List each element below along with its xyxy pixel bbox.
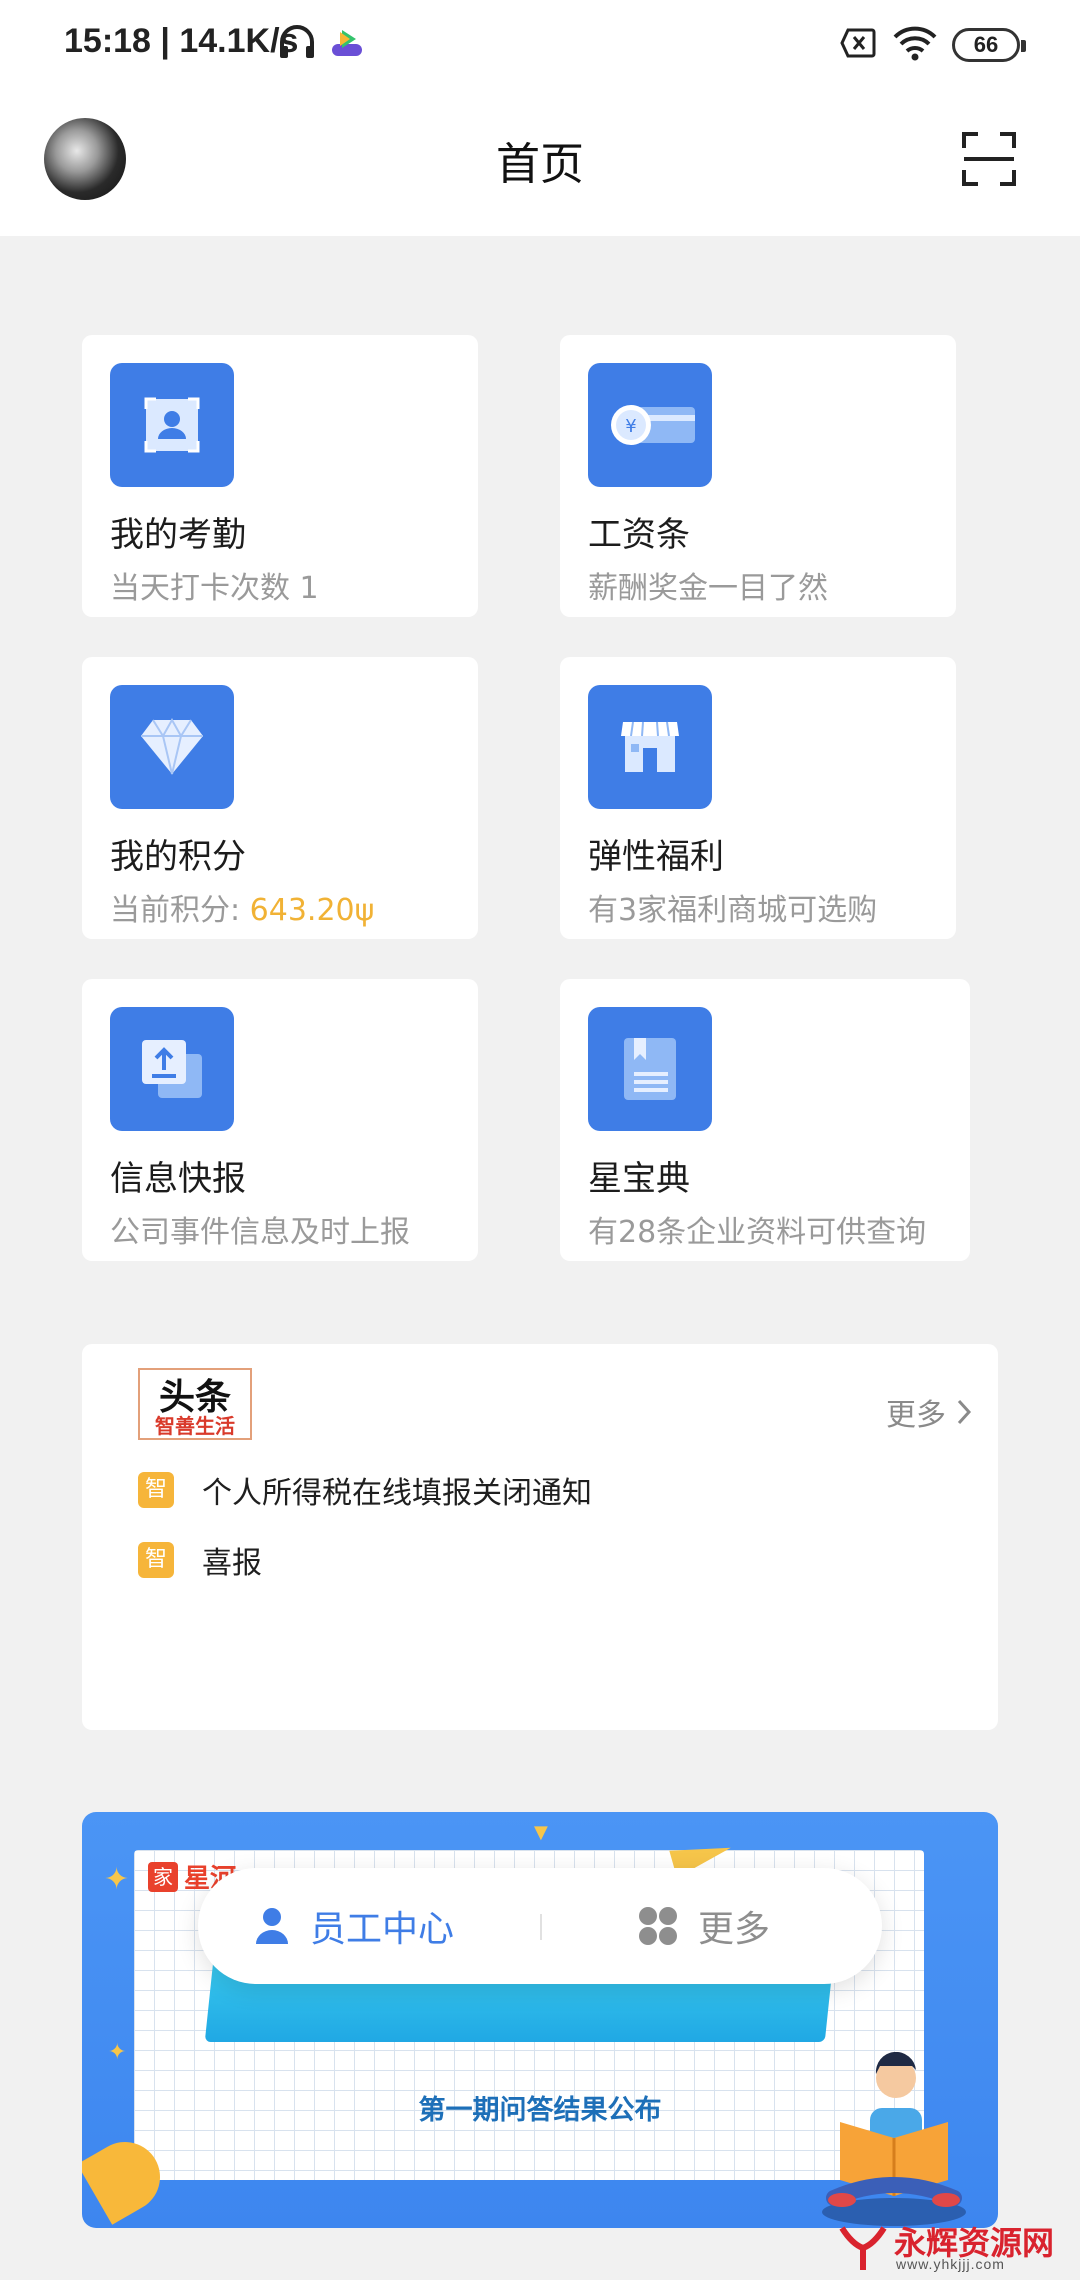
news-title: 喜报 xyxy=(202,1546,262,1581)
wifi-icon xyxy=(893,26,937,61)
grid-icon xyxy=(639,1907,677,1945)
card-subtitle: 公司事件信息及时上报 xyxy=(110,1215,410,1250)
svg-text:¥: ¥ xyxy=(625,416,636,437)
watermark: 永辉资源网 www.yhkjjj.com xyxy=(838,2218,1076,2278)
benefits-card[interactable]: 弹性福利 有3家福利商城可选购 xyxy=(560,657,956,939)
news-badge: 智 xyxy=(138,1542,174,1578)
card-subtitle: 有28条企业资料可供查询 xyxy=(588,1215,927,1250)
headline-news-panel: 头条 智善生活 更多 智 个人所得税在线填报关闭通知 智 喜报 xyxy=(82,1344,998,1730)
more-button[interactable]: 更多 xyxy=(638,1868,770,1984)
scan-icon[interactable] xyxy=(962,132,1016,186)
sim-off-icon xyxy=(840,28,876,58)
employee-center-button[interactable]: 员工中心 xyxy=(254,1868,454,1984)
card-title: 工资条 xyxy=(588,515,690,555)
battery-indicator: 66 xyxy=(952,28,1026,62)
video-app-icon xyxy=(332,30,362,56)
news-more-label: 更多 xyxy=(886,1398,946,1433)
store-icon xyxy=(588,685,712,809)
diamond-icon xyxy=(110,685,234,809)
watermark-url: www.yhkjjj.com xyxy=(896,2256,1005,2272)
employee-center-label: 员工中心 xyxy=(310,1909,455,1950)
news-title: 个人所得税在线填报关闭通知 xyxy=(202,1476,592,1511)
chevron-right-icon xyxy=(957,1399,972,1425)
card-subtitle: 薪酬奖金一目了然 xyxy=(588,571,828,606)
pill-divider xyxy=(540,1914,542,1940)
headline-logo-subtitle: 智善生活 xyxy=(155,1414,235,1438)
page-title: 首页 xyxy=(496,139,584,190)
card-title: 我的考勤 xyxy=(110,515,246,555)
banner-brand-badge: 家 xyxy=(148,1861,178,1892)
person-icon xyxy=(256,1908,288,1944)
news-item[interactable]: 智 个人所得税在线填报关闭通知 xyxy=(138,1470,592,1511)
card-title: 星宝典 xyxy=(588,1159,690,1199)
headphones-icon xyxy=(280,25,314,58)
card-subtitle: 有3家福利商城可选购 xyxy=(588,893,878,928)
news-more-link[interactable]: 更多 xyxy=(886,1390,972,1434)
card-title: 信息快报 xyxy=(110,1159,246,1199)
sparkle-icon: ▼ xyxy=(534,1822,548,1843)
app-header: 首页 xyxy=(0,90,1080,236)
handbook-card[interactable]: 星宝典 有28条企业资料可供查询 xyxy=(560,979,970,1261)
news-badge: 智 xyxy=(138,1472,174,1508)
sparkle-icon: ✦ xyxy=(108,2040,127,2065)
points-value: 643.20ψ xyxy=(249,893,375,928)
sparkle-icon: ✦ xyxy=(104,1862,130,1897)
watermark-logo-icon xyxy=(839,2226,887,2270)
report-card[interactable]: 信息快报 公司事件信息及时上报 xyxy=(82,979,478,1261)
card-title: 我的积分 xyxy=(110,837,246,877)
attendance-card[interactable]: 我的考勤 当天打卡次数 1 xyxy=(82,335,478,617)
news-item[interactable]: 智 喜报 xyxy=(138,1540,262,1581)
upload-report-icon xyxy=(110,1007,234,1131)
payslip-card[interactable]: ¥ 工资条 薪酬奖金一目了然 xyxy=(560,335,956,617)
payslip-icon: ¥ xyxy=(588,363,712,487)
bottom-floating-nav: 员工中心 更多 xyxy=(198,1868,882,1984)
attendance-icon xyxy=(110,363,234,487)
points-label: 当前积分: xyxy=(110,893,250,928)
card-title: 弹性福利 xyxy=(588,837,724,877)
reading-person-illustration xyxy=(822,2052,966,2226)
card-subtitle: 当前积分: 643.20ψ xyxy=(110,885,374,929)
points-card[interactable]: 我的积分 当前积分: 643.20ψ xyxy=(82,657,478,939)
card-subtitle: 当天打卡次数 1 xyxy=(110,571,319,606)
headline-logo: 头条 智善生活 xyxy=(138,1368,252,1440)
status-time: 15:18 | 14.1K/s xyxy=(64,22,299,60)
more-label: 更多 xyxy=(698,1909,771,1950)
book-icon xyxy=(588,1007,712,1131)
status-bar: 15:18 | 14.1K/s 66 xyxy=(0,0,1080,90)
